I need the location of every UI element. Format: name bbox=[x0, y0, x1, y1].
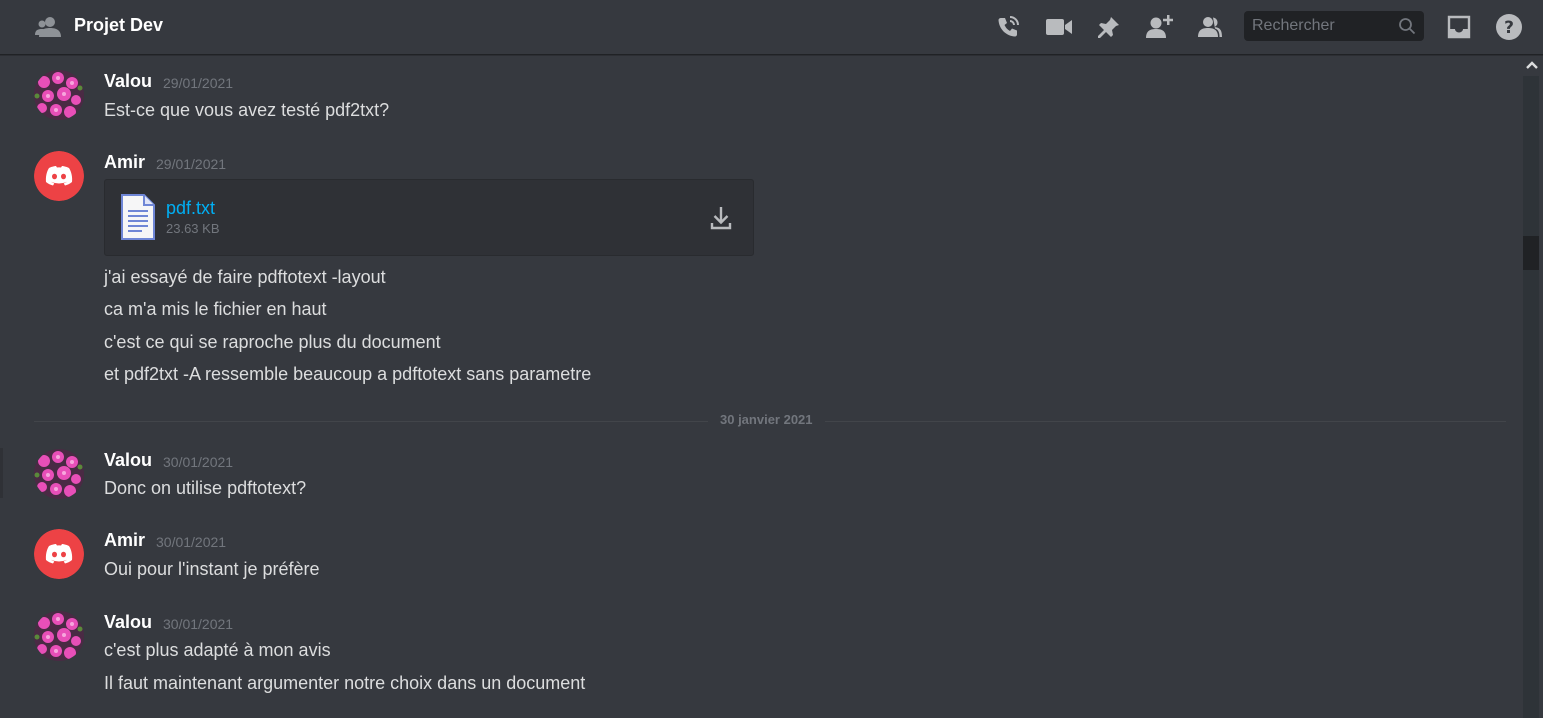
pin-icon[interactable] bbox=[1095, 13, 1123, 41]
author-name[interactable]: Amir bbox=[104, 530, 145, 551]
left-edge bbox=[0, 0, 4, 718]
date-divider-label: 30 janvier 2021 bbox=[708, 412, 825, 427]
avatar-valou[interactable] bbox=[34, 70, 84, 120]
left-edge-indicator bbox=[0, 448, 3, 498]
voice-call-icon[interactable] bbox=[994, 13, 1022, 41]
download-icon[interactable] bbox=[709, 205, 733, 231]
group-dm-icon bbox=[34, 13, 62, 41]
svg-text:?: ? bbox=[1504, 18, 1514, 38]
scrollbar-track[interactable] bbox=[1523, 76, 1539, 718]
author-name[interactable]: Amir bbox=[104, 152, 145, 173]
help-icon[interactable]: ? bbox=[1495, 13, 1523, 41]
message-text: Donc on utilise pdftotext? bbox=[104, 478, 307, 498]
message-timestamp: 29/01/2021 bbox=[163, 75, 234, 91]
message-text: ca m'a mis le fichier en haut bbox=[104, 299, 327, 319]
avatar-amir[interactable] bbox=[34, 529, 84, 579]
video-call-icon[interactable] bbox=[1045, 13, 1073, 41]
message-text: c'est plus adapté à mon avis bbox=[104, 640, 331, 660]
channel-header: Projet Dev Rechercher ? bbox=[0, 0, 1543, 55]
message-timestamp: 29/01/2021 bbox=[156, 156, 227, 172]
inbox-icon[interactable] bbox=[1445, 13, 1473, 41]
avatar-valou[interactable] bbox=[34, 449, 84, 499]
message-text: c'est ce qui se raproche plus du documen… bbox=[104, 332, 441, 352]
members-icon[interactable] bbox=[1195, 13, 1223, 41]
channel-title: Projet Dev bbox=[74, 15, 164, 35]
scrollbar-thumb[interactable] bbox=[1523, 236, 1539, 270]
message-text: Oui pour l'instant je préfère bbox=[104, 559, 320, 579]
message-text: et pdf2txt -A ressemble beaucoup a pdfto… bbox=[104, 364, 592, 384]
search-box[interactable] bbox=[1244, 11, 1424, 41]
file-size: 23.63 KB bbox=[166, 221, 220, 236]
message-timestamp: 30/01/2021 bbox=[163, 616, 234, 632]
author-name[interactable]: Valou bbox=[104, 450, 152, 471]
search-icon bbox=[1398, 17, 1416, 35]
file-name-link[interactable]: pdf.txt bbox=[166, 198, 215, 219]
message-text: Il faut maintenant argumenter notre choi… bbox=[104, 673, 586, 693]
author-name[interactable]: Valou bbox=[104, 612, 152, 633]
avatar-valou[interactable] bbox=[34, 611, 84, 661]
add-friend-icon[interactable] bbox=[1145, 13, 1173, 41]
avatar-amir[interactable] bbox=[34, 151, 84, 201]
author-name[interactable]: Valou bbox=[104, 71, 152, 92]
text-file-icon bbox=[120, 193, 156, 241]
file-attachment: pdf.txt 23.63 KB bbox=[104, 179, 754, 256]
scroll-up-arrow-icon[interactable] bbox=[1526, 58, 1538, 72]
message-timestamp: 30/01/2021 bbox=[163, 454, 234, 470]
search-input[interactable] bbox=[1244, 11, 1402, 41]
message-text: j'ai essayé de faire pdftotext -layout bbox=[104, 267, 386, 287]
message-text: Est-ce que vous avez testé pdf2txt? bbox=[104, 100, 390, 120]
message-timestamp: 30/01/2021 bbox=[156, 534, 227, 550]
